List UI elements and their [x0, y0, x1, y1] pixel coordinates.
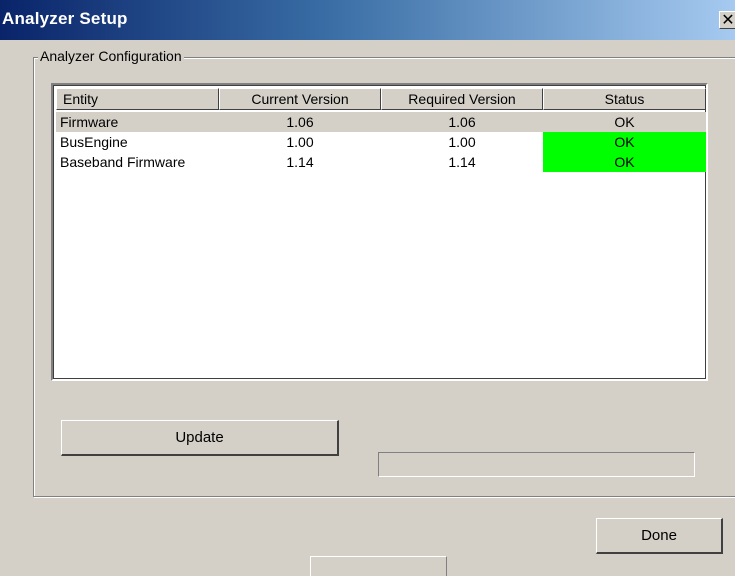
table-row[interactable]: Firmware 1.06 1.06 OK [56, 112, 706, 132]
entity-cell: Firmware [60, 114, 119, 130]
analyzer-setup-dialog: Analyzer Setup ✕ Analyzer Configuration … [0, 0, 735, 576]
partial-button[interactable] [310, 556, 447, 576]
update-button[interactable]: Update [61, 420, 339, 456]
close-icon: ✕ [721, 12, 735, 29]
current-version-cell: 1.00 [286, 134, 314, 150]
column-header-entity[interactable]: Entity [56, 88, 219, 110]
status-cell: OK [614, 114, 635, 130]
title-bar[interactable]: Analyzer Setup ✕ [0, 0, 735, 40]
list-body: Firmware 1.06 1.06 OK BusEngine 1.00 1.00 OK Bas… [56, 112, 706, 172]
required-version-cell: 1.06 [448, 114, 476, 130]
table-row[interactable]: BusEngine 1.00 1.00 OK [56, 132, 706, 152]
required-version-cell: 1.14 [448, 154, 476, 170]
required-version-cell: 1.00 [448, 134, 476, 150]
done-button[interactable]: Done [596, 518, 723, 554]
update-progress-bar [378, 452, 695, 477]
close-button[interactable]: ✕ [719, 11, 735, 29]
current-version-cell: 1.06 [286, 114, 314, 130]
window-title: Analyzer Setup [2, 9, 128, 28]
group-label: Analyzer Configuration [38, 48, 184, 64]
column-header-current-version[interactable]: Current Version [219, 88, 381, 110]
status-cell: OK [543, 152, 706, 172]
status-cell: OK [543, 132, 706, 152]
table-row[interactable]: Baseband Firmware 1.14 1.14 OK [56, 152, 706, 172]
column-header-required-version[interactable]: Required Version [381, 88, 543, 110]
entity-cell: Baseband Firmware [60, 154, 186, 170]
column-header-status[interactable]: Status [543, 88, 706, 110]
configuration-list[interactable]: Entity Current Version Required Version … [51, 83, 708, 381]
entity-cell: BusEngine [60, 134, 128, 150]
current-version-cell: 1.14 [286, 154, 314, 170]
list-header: Entity Current Version Required Version … [56, 88, 706, 112]
